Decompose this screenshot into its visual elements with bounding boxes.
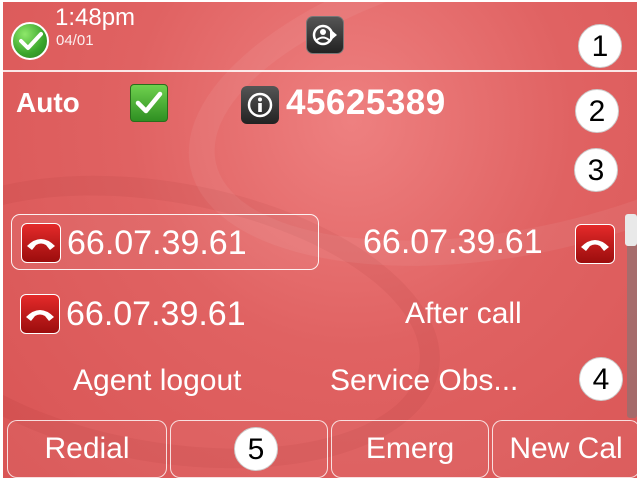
callout-marker: 1: [578, 24, 622, 68]
phone-screen: 1:48pm 04/01 1 Auto 45625389 2 3 66.07.3…: [3, 2, 637, 478]
call-redirect-icon[interactable]: [306, 16, 344, 54]
hangup-icon: [20, 294, 60, 334]
green-check-icon: [11, 22, 49, 60]
callout-marker: 5: [234, 427, 278, 471]
line-key-call-3[interactable]: 66.07.39.61: [11, 286, 311, 342]
line-key-agent-logout[interactable]: Agent logout: [73, 364, 241, 398]
callout-marker: 4: [579, 357, 623, 401]
line-key-after-call[interactable]: After call: [405, 297, 522, 331]
line-key-call-2[interactable]: 66.07.39.61: [363, 214, 623, 270]
line-key-call-1[interactable]: 66.07.39.61: [11, 214, 319, 270]
callout-marker: 2: [575, 89, 619, 133]
scrollbar-thumb[interactable]: [625, 214, 637, 246]
status-bar: 1:48pm 04/01: [3, 2, 637, 72]
hangup-icon: [575, 224, 615, 264]
agent-mode-label: Auto: [16, 87, 80, 118]
softkey-emergency[interactable]: Emerg: [331, 420, 489, 478]
hangup-icon: [21, 223, 61, 263]
line-key-label: 66.07.39.61: [66, 295, 246, 333]
softkey-new-call[interactable]: New Cal: [492, 420, 637, 478]
checkbox-checked-icon[interactable]: [130, 84, 168, 122]
clock-time: 1:48pm: [55, 4, 136, 31]
softkey-redial[interactable]: Redial: [7, 420, 167, 478]
clock-date: 04/01: [56, 32, 94, 49]
line-key-label: 66.07.39.61: [363, 223, 543, 261]
line-key-label: 66.07.39.61: [67, 224, 247, 262]
line-key-service-observe[interactable]: Service Obs...: [330, 364, 518, 398]
agent-number: 45625389: [286, 83, 446, 122]
callout-marker: 3: [574, 148, 618, 192]
info-icon[interactable]: [241, 86, 279, 124]
